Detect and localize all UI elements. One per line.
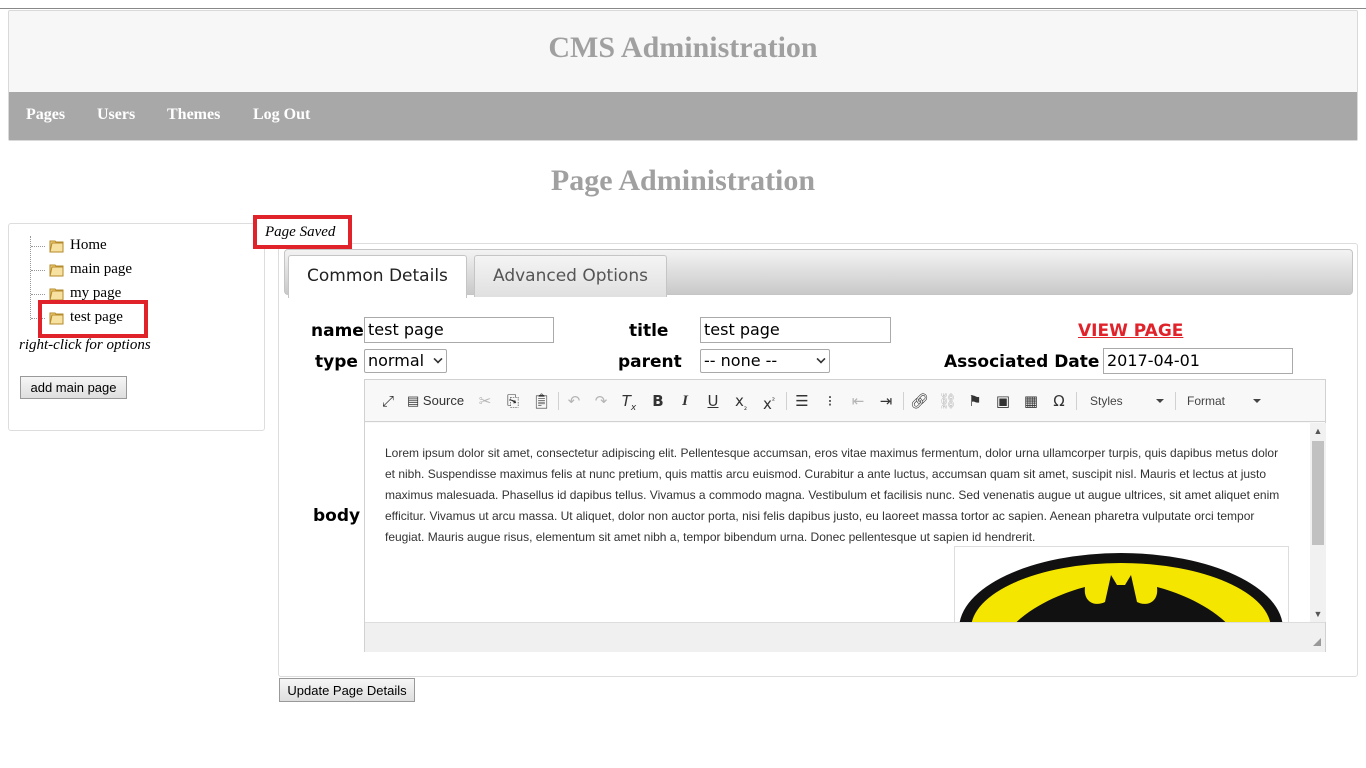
main-navbar: Pages Users Themes Log Out (9, 92, 1357, 140)
undo-icon[interactable]: ↶ (565, 390, 583, 412)
tree-branch (31, 246, 45, 247)
tab-advanced-options[interactable]: Advanced Options (474, 255, 667, 297)
styles-label: Styles (1090, 394, 1123, 408)
type-select-value: normal (368, 351, 425, 370)
name-input[interactable]: test page (364, 317, 554, 343)
associated-date-label: Associated Date (944, 352, 1100, 372)
page-details-panel: Common Details Advanced Options name tes… (278, 243, 1358, 677)
redo-icon[interactable]: ↷ (592, 390, 610, 412)
chevron-down-icon (816, 354, 826, 364)
editor-scrollbar[interactable]: ▲ ▼ (1310, 423, 1326, 622)
tree-item-label[interactable]: main page (70, 261, 132, 278)
body-text[interactable]: Lorem ipsum dolor sit amet, consectetur … (385, 443, 1290, 548)
image-icon[interactable]: ▣ (994, 390, 1012, 412)
chevron-down-icon (433, 354, 443, 364)
format-dropdown[interactable]: Format (1187, 390, 1261, 412)
scroll-down-icon[interactable]: ▼ (1313, 609, 1323, 619)
tab-bar: Common Details Advanced Options (284, 249, 1353, 298)
toolbar-separator (1076, 392, 1077, 410)
format-label: Format (1187, 394, 1226, 408)
page-tree-panel: Home main page my page test page right-c… (8, 223, 265, 431)
editor-content-area[interactable]: Lorem ipsum dolor sit amet, consectetur … (365, 423, 1310, 622)
cut-icon[interactable]: ✂ (476, 390, 494, 412)
selected-highlight (38, 300, 148, 338)
source-label: Source (422, 393, 465, 408)
folder-icon (49, 238, 65, 259)
tree-branch (31, 294, 45, 295)
batman-logo-image[interactable] (954, 546, 1289, 622)
remove-format-icon[interactable]: Tx (620, 390, 638, 413)
unlink-icon[interactable]: ⛓ (938, 390, 957, 412)
tree-branch (31, 270, 45, 271)
nav-pages[interactable]: Pages (26, 106, 65, 124)
parent-select[interactable]: -- none -- (700, 349, 830, 373)
bold-icon[interactable]: B (649, 390, 667, 412)
special-character-icon[interactable]: Ω (1050, 390, 1068, 412)
link-icon[interactable]: 🔗︎ (910, 390, 929, 412)
nav-users[interactable]: Users (97, 106, 135, 124)
top-divider (0, 8, 1366, 9)
styles-dropdown[interactable]: Styles (1090, 390, 1164, 412)
maximize-icon[interactable]: ⤢ (379, 390, 397, 412)
title-input[interactable]: test page (700, 317, 891, 343)
associated-date-input[interactable]: 2017-04-01 (1103, 348, 1293, 374)
editor-toolbar: ⤢ ▤ Source ✂ ⎘ 📋︎ ↶ ↷ Tx B I U x₂ x² ☰ ⁝… (365, 380, 1325, 422)
add-main-page-button[interactable]: add main page (20, 376, 127, 399)
page-title: Page Administration (550, 164, 816, 197)
parent-select-value: -- none -- (704, 351, 778, 370)
scroll-thumb[interactable] (1312, 441, 1324, 545)
site-title: CMS Administration (548, 31, 818, 64)
toolbar-separator (903, 392, 904, 410)
name-label: name (311, 321, 364, 341)
nav-themes[interactable]: Themes (167, 106, 220, 124)
subscript-icon[interactable]: x₂ (732, 390, 750, 412)
toolbar-separator (1175, 392, 1176, 410)
source-icon: ▤ (407, 393, 420, 408)
numbered-list-icon[interactable]: ☰ (793, 390, 811, 412)
tree-item-label[interactable]: Home (70, 237, 107, 254)
toolbar-separator (558, 392, 559, 410)
copy-icon[interactable]: ⎘ (504, 390, 522, 412)
site-header: CMS Administration Pages Users Themes Lo… (8, 10, 1358, 141)
update-page-details-button[interactable]: Update Page Details (279, 678, 415, 702)
italic-icon[interactable]: I (676, 390, 694, 412)
indent-icon[interactable]: ⇥ (877, 390, 895, 412)
tree-hint: right-click for options (19, 337, 151, 353)
superscript-icon[interactable]: x² (760, 390, 778, 413)
chevron-down-icon (1253, 399, 1261, 403)
editor-status-bar (365, 622, 1325, 652)
outdent-icon[interactable]: ⇤ (849, 390, 867, 412)
body-editor: ⤢ ▤ Source ✂ ⎘ 📋︎ ↶ ↷ Tx B I U x₂ x² ☰ ⁝… (364, 379, 1326, 652)
view-page-link[interactable]: VIEW PAGE (1078, 321, 1183, 341)
title-label: title (629, 321, 669, 341)
table-icon[interactable]: ▦ (1022, 390, 1040, 412)
nav-logout[interactable]: Log Out (253, 106, 310, 124)
type-label: type (315, 352, 358, 372)
parent-label: parent (618, 352, 682, 372)
folder-icon (49, 262, 65, 283)
type-select[interactable]: normal (364, 349, 447, 373)
bulleted-list-icon[interactable]: ⁝ (821, 390, 839, 412)
source-button[interactable]: ▤ Source (407, 390, 467, 412)
resize-grip-icon[interactable] (1313, 638, 1321, 646)
tab-common-details[interactable]: Common Details (288, 255, 467, 298)
scroll-up-icon[interactable]: ▲ (1313, 426, 1323, 436)
body-label: body (313, 506, 361, 526)
anchor-flag-icon[interactable]: ⚑ (966, 390, 984, 412)
underline-icon[interactable]: U (704, 390, 722, 412)
paste-icon[interactable]: 📋︎ (532, 390, 551, 412)
toolbar-separator (786, 392, 787, 410)
tree-connector (30, 236, 31, 320)
chevron-down-icon (1156, 399, 1164, 403)
status-message: Page Saved (253, 215, 352, 249)
